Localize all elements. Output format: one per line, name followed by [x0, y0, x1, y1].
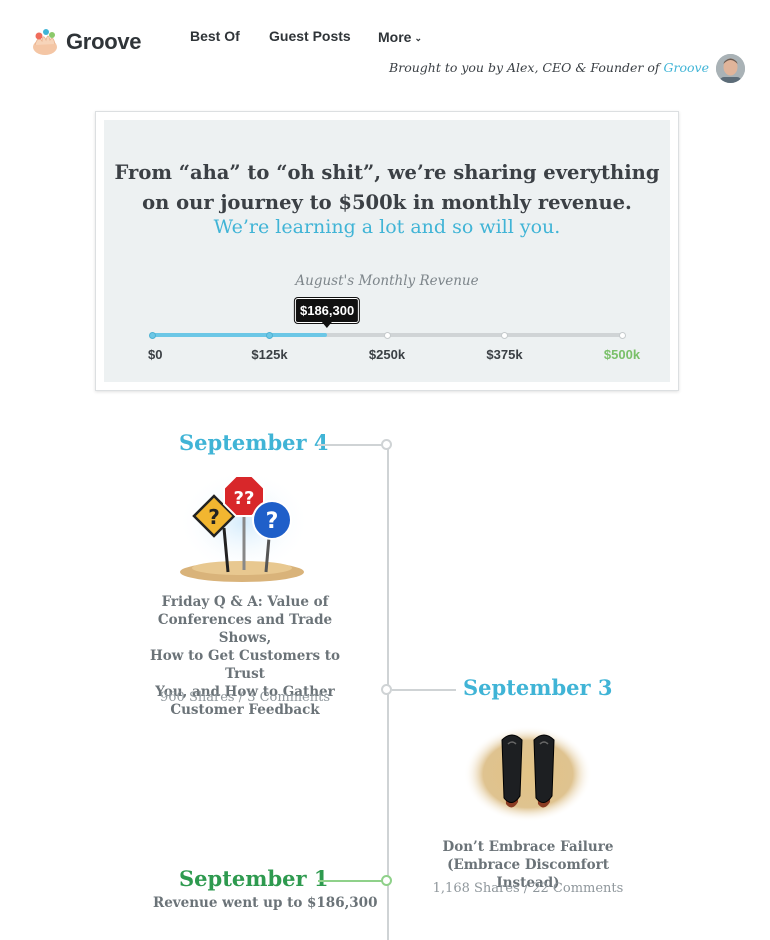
timeline-date: September 3 [463, 675, 613, 700]
progress-tick-label: $125k [251, 347, 288, 362]
progress-tick [618, 331, 626, 339]
chevron-down-icon: ⌄ [414, 33, 422, 43]
timeline-node [381, 439, 392, 450]
nav-best-of[interactable]: Best Of [190, 28, 240, 44]
progress-tick-label: $250k [368, 347, 406, 362]
revenue-card-inner: From “aha” to “oh shit”, we’re sharing e… [104, 120, 670, 382]
timeline-date: September 4 [179, 430, 329, 455]
byline-text: Brought to you by Alex, CEO & Founder of [389, 60, 664, 75]
svg-text:?: ? [208, 505, 220, 529]
post-title-line: Don’t Embrace Failure [442, 839, 614, 855]
avatar[interactable] [716, 54, 745, 83]
byline-brand-link[interactable]: Groove [664, 60, 709, 75]
progress-tick [266, 331, 273, 339]
groove-logo[interactable]: Groove [30, 27, 142, 57]
logo-text: Groove [66, 29, 142, 54]
question-signs-icon[interactable]: ? ?? ? [172, 470, 312, 586]
timeline-connector [318, 444, 382, 446]
progress-fill [152, 333, 328, 337]
timeline-node [381, 875, 392, 886]
post-share-count: 1,168 Shares / 22 Comments [432, 881, 624, 896]
progress-tick-label: $500k [603, 347, 641, 362]
revenue-progress: $186,300 $0 $125k $250k $375k $500k [104, 120, 670, 382]
nav-guest-posts[interactable]: Guest Posts [269, 28, 351, 44]
svg-text:?: ? [266, 509, 279, 534]
timeline-connector [392, 689, 456, 691]
post-title-line: Friday Q & A: Value of [161, 594, 329, 610]
progress-tick [383, 331, 391, 339]
nav-more-label: More [378, 29, 412, 45]
revenue-card: From “aha” to “oh shit”, we’re sharing e… [95, 111, 679, 391]
timeline-node [381, 684, 392, 695]
milestone-date: September 1 [179, 866, 329, 891]
svg-text:??: ?? [234, 488, 255, 509]
progress-tick-label: $0 [148, 347, 163, 362]
shoes-icon[interactable] [462, 722, 594, 822]
progress-tick [501, 331, 508, 339]
progress-tick [148, 331, 156, 339]
nav-more[interactable]: More ⌄ [378, 29, 422, 45]
post-title-line: How to Get Customers to Trust [149, 648, 340, 682]
groove-hand-icon [30, 27, 60, 57]
post-share-count: 960 Shares / 3 Comments [160, 690, 330, 705]
progress-tick-label: $375k [486, 347, 523, 362]
timeline-connector [318, 880, 382, 882]
byline: Brought to you by Alex, CEO & Founder of… [389, 60, 709, 75]
milestone-text: Revenue went up to $186,300 [153, 895, 378, 911]
current-revenue-bubble: $186,300 [294, 298, 360, 328]
post-title-line: Conferences and Trade Shows, [157, 612, 333, 646]
